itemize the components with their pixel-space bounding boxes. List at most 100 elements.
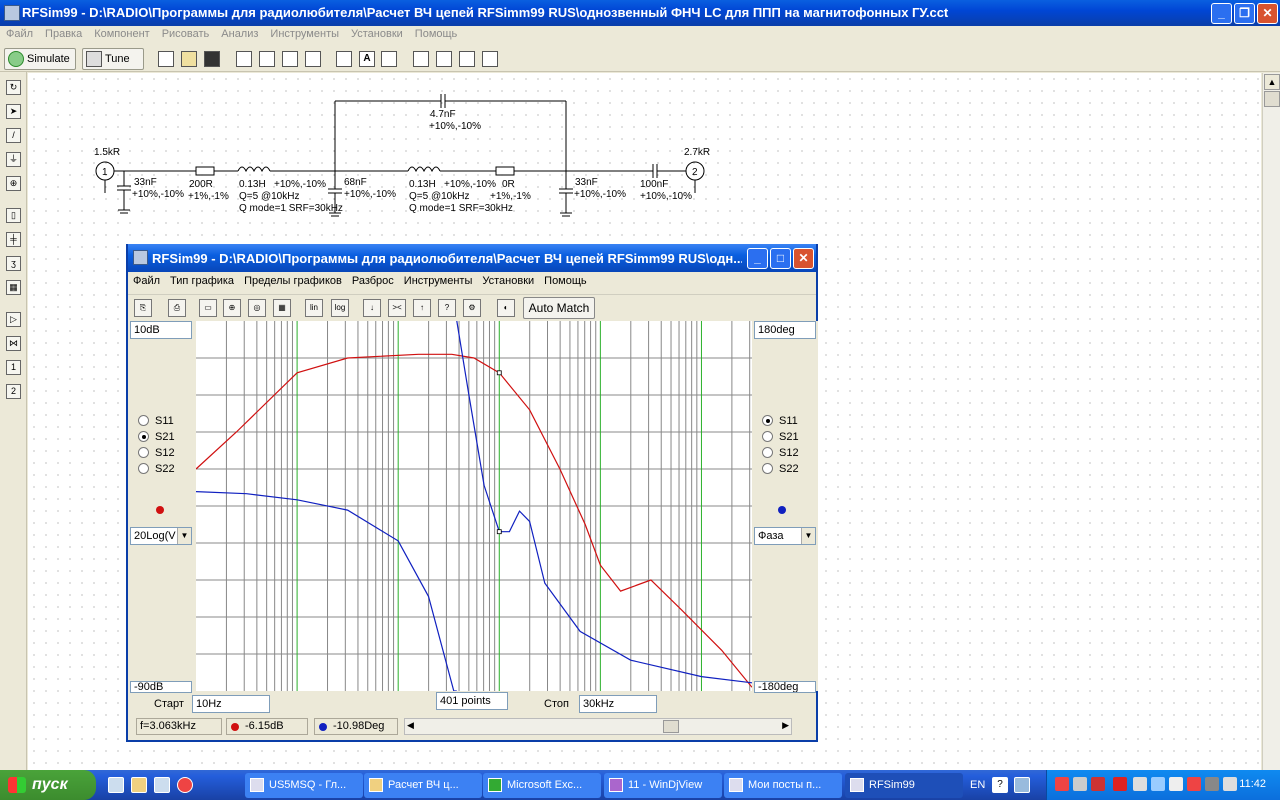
graph-menu-chart-type[interactable]: Тип графика [165,272,239,290]
right-radio-s11[interactable]: S11 [762,415,798,429]
task-excel[interactable]: Microsoft Exc... [483,773,601,798]
scroll-thumb[interactable] [1264,91,1280,107]
port1-icon[interactable]: 1 [6,360,21,375]
menu-tools[interactable]: Инструменты [264,26,345,42]
tune-button[interactable]: Tune [82,48,144,70]
graph-menu-file[interactable]: Файл [128,272,165,290]
left-radio-s22[interactable]: S22 [138,463,175,477]
tune-knob-icon[interactable]: ◐ [497,299,515,317]
language-indicator[interactable]: EN [970,779,985,791]
pointer-icon[interactable]: ➤ [6,104,21,119]
stop-frequency-input[interactable]: 30kHz [579,695,657,713]
help-tray-icon[interactable]: ? [992,777,1008,793]
arrow-down-icon[interactable]: ↓ [363,299,381,317]
save-icon[interactable] [204,51,220,67]
crystal-icon[interactable]: ▦ [6,280,21,295]
tray-icon-1[interactable] [1055,777,1069,791]
quicklaunch-ie-icon[interactable] [108,777,124,793]
input-tray-icon[interactable] [1014,777,1030,793]
quicklaunch-chrome-icon[interactable] [177,777,193,793]
line-tool-icon[interactable] [381,51,397,67]
graph-menu-settings[interactable]: Установки [477,272,539,290]
start-frequency-input[interactable]: 10Hz [192,695,270,713]
wire-icon[interactable]: / [6,128,21,143]
graph-menu-help[interactable]: Помощь [539,272,592,290]
restore-button[interactable]: ❐ [1234,3,1255,24]
settings-icon[interactable]: ⚙ [463,299,481,317]
source-icon[interactable]: ⊕ [6,176,21,191]
menu-file[interactable]: Файл [0,26,39,42]
right-mode-select[interactable]: Фаза ▼ [754,527,816,545]
tray-icon-2[interactable] [1073,777,1087,791]
scroll-up-icon[interactable]: ▲ [1264,74,1280,90]
quicklaunch-app-icon[interactable] [154,777,170,793]
graph-print-icon[interactable]: ⎙ [168,299,186,317]
polar-chart-icon[interactable]: ◎ [248,299,266,317]
plot-area[interactable] [195,320,753,692]
left-radio-s11[interactable]: S11 [138,415,174,429]
transformer-icon[interactable]: ⋈ [6,336,21,351]
left-mode-select[interactable]: 20Log(V ▼ [130,527,192,545]
task-chrome[interactable]: US5MSQ - Гл... [245,773,363,798]
simulate-button[interactable]: Simulate [4,48,76,70]
network-icon[interactable] [1151,777,1165,791]
calculator-icon[interactable] [413,51,429,67]
new-file-icon[interactable] [158,51,174,67]
scroll-right-icon[interactable]: ▶ [782,720,789,731]
menu-draw[interactable]: Рисовать [156,26,216,42]
speaker-icon[interactable] [1223,777,1237,791]
right-top-scale[interactable]: 180deg [754,321,816,339]
copy-icon[interactable] [259,51,275,67]
linear-scale-icon[interactable]: lin [305,299,323,317]
left-radio-s21[interactable]: S21 [138,431,175,445]
open-folder-icon[interactable] [181,51,197,67]
scroll-left-icon[interactable]: ◀ [407,720,414,731]
menu-analysis[interactable]: Анализ [215,26,264,42]
arrow-up-icon[interactable]: ↑ [413,299,431,317]
cut-icon[interactable] [236,51,252,67]
graph-menu-limits[interactable]: Пределы графиков [239,272,347,290]
amplifier-icon[interactable]: ▷ [6,312,21,327]
paste-icon[interactable] [282,51,298,67]
antivirus-icon[interactable] [1187,777,1201,791]
right-radio-s21[interactable]: S21 [762,431,799,445]
text-tool-icon[interactable]: A [359,51,375,67]
transformer-tool-icon[interactable] [459,51,475,67]
volume-icon[interactable] [1205,777,1219,791]
rect-plot-icon[interactable]: ▭ [199,299,217,317]
print-icon[interactable] [305,51,321,67]
right-dropdown-icon[interactable]: ▼ [801,528,815,544]
ati-icon[interactable] [1113,777,1127,791]
graph-menu-spread[interactable]: Разброс [347,272,399,290]
menu-edit[interactable]: Правка [39,26,88,42]
smith-chart-icon[interactable]: ⊕ [223,299,241,317]
capacitor-icon[interactable]: ╪ [6,232,21,247]
monitor-icon[interactable] [1169,777,1183,791]
graph-menu-tools[interactable]: Инструменты [399,272,478,290]
frequency-scrollbar[interactable]: ◀ ▶ [404,718,792,735]
table-icon[interactable]: ▦ [273,299,291,317]
close-button[interactable]: ✕ [1257,3,1278,24]
task-explorer[interactable]: Расчет ВЧ ц... [364,773,482,798]
quicklaunch-folder-icon[interactable] [131,777,147,793]
left-dropdown-icon[interactable]: ▼ [177,528,191,544]
points-input[interactable]: 401 points [436,692,508,710]
log-scale-icon[interactable]: log [331,299,349,317]
start-button[interactable]: пуск [0,770,96,800]
left-radio-s12[interactable]: S12 [138,447,175,461]
frequency-scroll-thumb[interactable] [663,720,679,733]
right-radio-s12[interactable]: S12 [762,447,799,461]
mail-icon[interactable] [1133,777,1147,791]
menu-component[interactable]: Компонент [88,26,155,42]
left-top-scale[interactable]: 10dB [130,321,192,339]
export-icon[interactable]: ⎘ [134,299,152,317]
graph-close-button[interactable]: ✕ [793,248,814,269]
canvas-vertical-scrollbar[interactable]: ▲ [1262,73,1280,773]
task-rfsim99[interactable]: RFSim99 [845,773,963,798]
graph-minimize-button[interactable]: _ [747,248,768,269]
menu-settings[interactable]: Установки [345,26,409,42]
help-cursor-icon[interactable]: ? [438,299,456,317]
help-tool-icon[interactable] [482,51,498,67]
pen-icon[interactable] [336,51,352,67]
zoom-in-icon[interactable]: >< [388,299,406,317]
